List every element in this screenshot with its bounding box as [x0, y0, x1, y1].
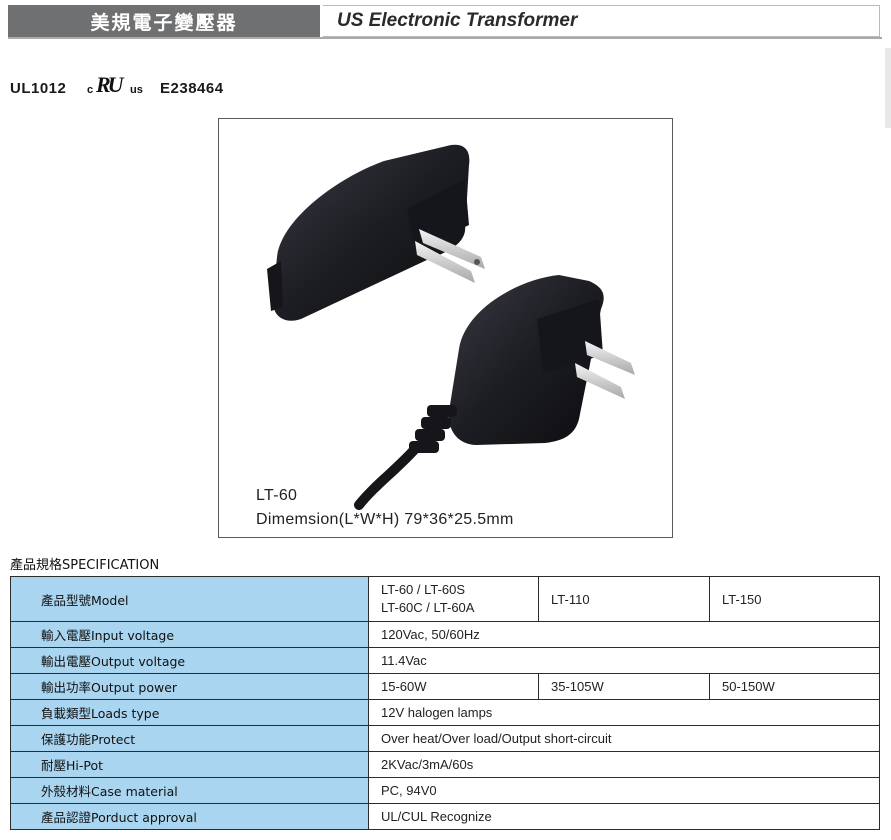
spec-row-protect: 保護功能Protect Over heat/Over load/Output s… [10, 725, 880, 752]
header-title-english: US Electronic Transformer [323, 5, 880, 37]
spec-value: LT-110 [538, 576, 710, 622]
spec-label: 負載類型Loads type [10, 699, 369, 726]
spec-value: 12V halogen lamps [368, 699, 880, 726]
spec-value: 15-60W [368, 673, 539, 700]
spec-value: 50-150W [709, 673, 880, 700]
spec-row-model: 產品型號Model LT-60 / LT-60S LT-60C / LT-60A… [10, 576, 880, 622]
spec-label: 產品認證Porduct approval [10, 803, 369, 830]
spec-row-loads-type: 負載類型Loads type 12V halogen lamps [10, 699, 880, 726]
page-edge-mark [885, 48, 891, 128]
spec-value-line: LT-60C / LT-60A [381, 600, 475, 615]
photo-dimension-caption: Dimemsion(L*W*H) 79*36*25.5mm [256, 511, 514, 528]
product-photo-frame: LT-60 Dimemsion(L*W*H) 79*36*25.5mm [218, 118, 673, 538]
spec-row-hi-pot: 耐壓Hi-Pot 2KVac/3mA/60s [10, 751, 880, 778]
spec-value: 2KVac/3mA/60s [368, 751, 880, 778]
spec-row-case-material: 外殼材料Case material PC, 94V0 [10, 777, 880, 804]
spec-row-output-power: 輸出功率Output power 15-60W 35-105W 50-150W [10, 673, 880, 700]
adapter-illustration [267, 144, 635, 510]
spec-value: PC, 94V0 [368, 777, 880, 804]
photo-model-caption: LT-60 [256, 487, 298, 504]
spec-label: 外殼材料Case material [10, 777, 369, 804]
cru-us-logo-icon: c RU us [87, 73, 143, 97]
cru-mark-c: c [87, 84, 93, 96]
spec-value: 120Vac, 50/60Hz [368, 621, 880, 648]
spec-row-approval: 產品認證Porduct approval UL/CUL Recognize [10, 803, 880, 830]
spec-row-output-voltage: 輸出電壓Output voltage 11.4Vac [10, 647, 880, 674]
spec-row-input-voltage: 輸入電壓Input voltage 120Vac, 50/60Hz [10, 621, 880, 648]
spec-value-line: LT-60 / LT-60S [381, 582, 466, 597]
adapter-bottom [354, 275, 635, 510]
ul-file-number: E238464 [160, 80, 224, 97]
spec-value: LT-60 / LT-60S LT-60C / LT-60A [368, 576, 539, 622]
spec-title: 產品規格SPECIFICATION [10, 558, 160, 573]
cru-mark-us: us [130, 84, 143, 96]
header-divider [8, 37, 882, 39]
spec-label: 保護功能Protect [10, 725, 369, 752]
spec-label: 輸入電壓Input voltage [10, 621, 369, 648]
spec-value: LT-150 [709, 576, 880, 622]
spec-value: 11.4Vac [368, 647, 880, 674]
spec-label: 輸出功率Output power [10, 673, 369, 700]
spec-value: 35-105W [538, 673, 710, 700]
spec-value: Over heat/Over load/Output short-circuit [368, 725, 880, 752]
spec-label: 輸出電壓Output voltage [10, 647, 369, 674]
spec-label: 產品型號Model [10, 576, 369, 622]
ul-standard: UL1012 [10, 80, 67, 97]
cru-mark-ru: RU [95, 73, 125, 97]
spec-value: UL/CUL Recognize [368, 803, 880, 830]
spec-table: 產品型號Model LT-60 / LT-60S LT-60C / LT-60A… [10, 576, 880, 830]
header-title-chinese: 美規電子變壓器 [8, 5, 320, 37]
spec-label: 耐壓Hi-Pot [10, 751, 369, 778]
adapter-top [267, 144, 485, 321]
